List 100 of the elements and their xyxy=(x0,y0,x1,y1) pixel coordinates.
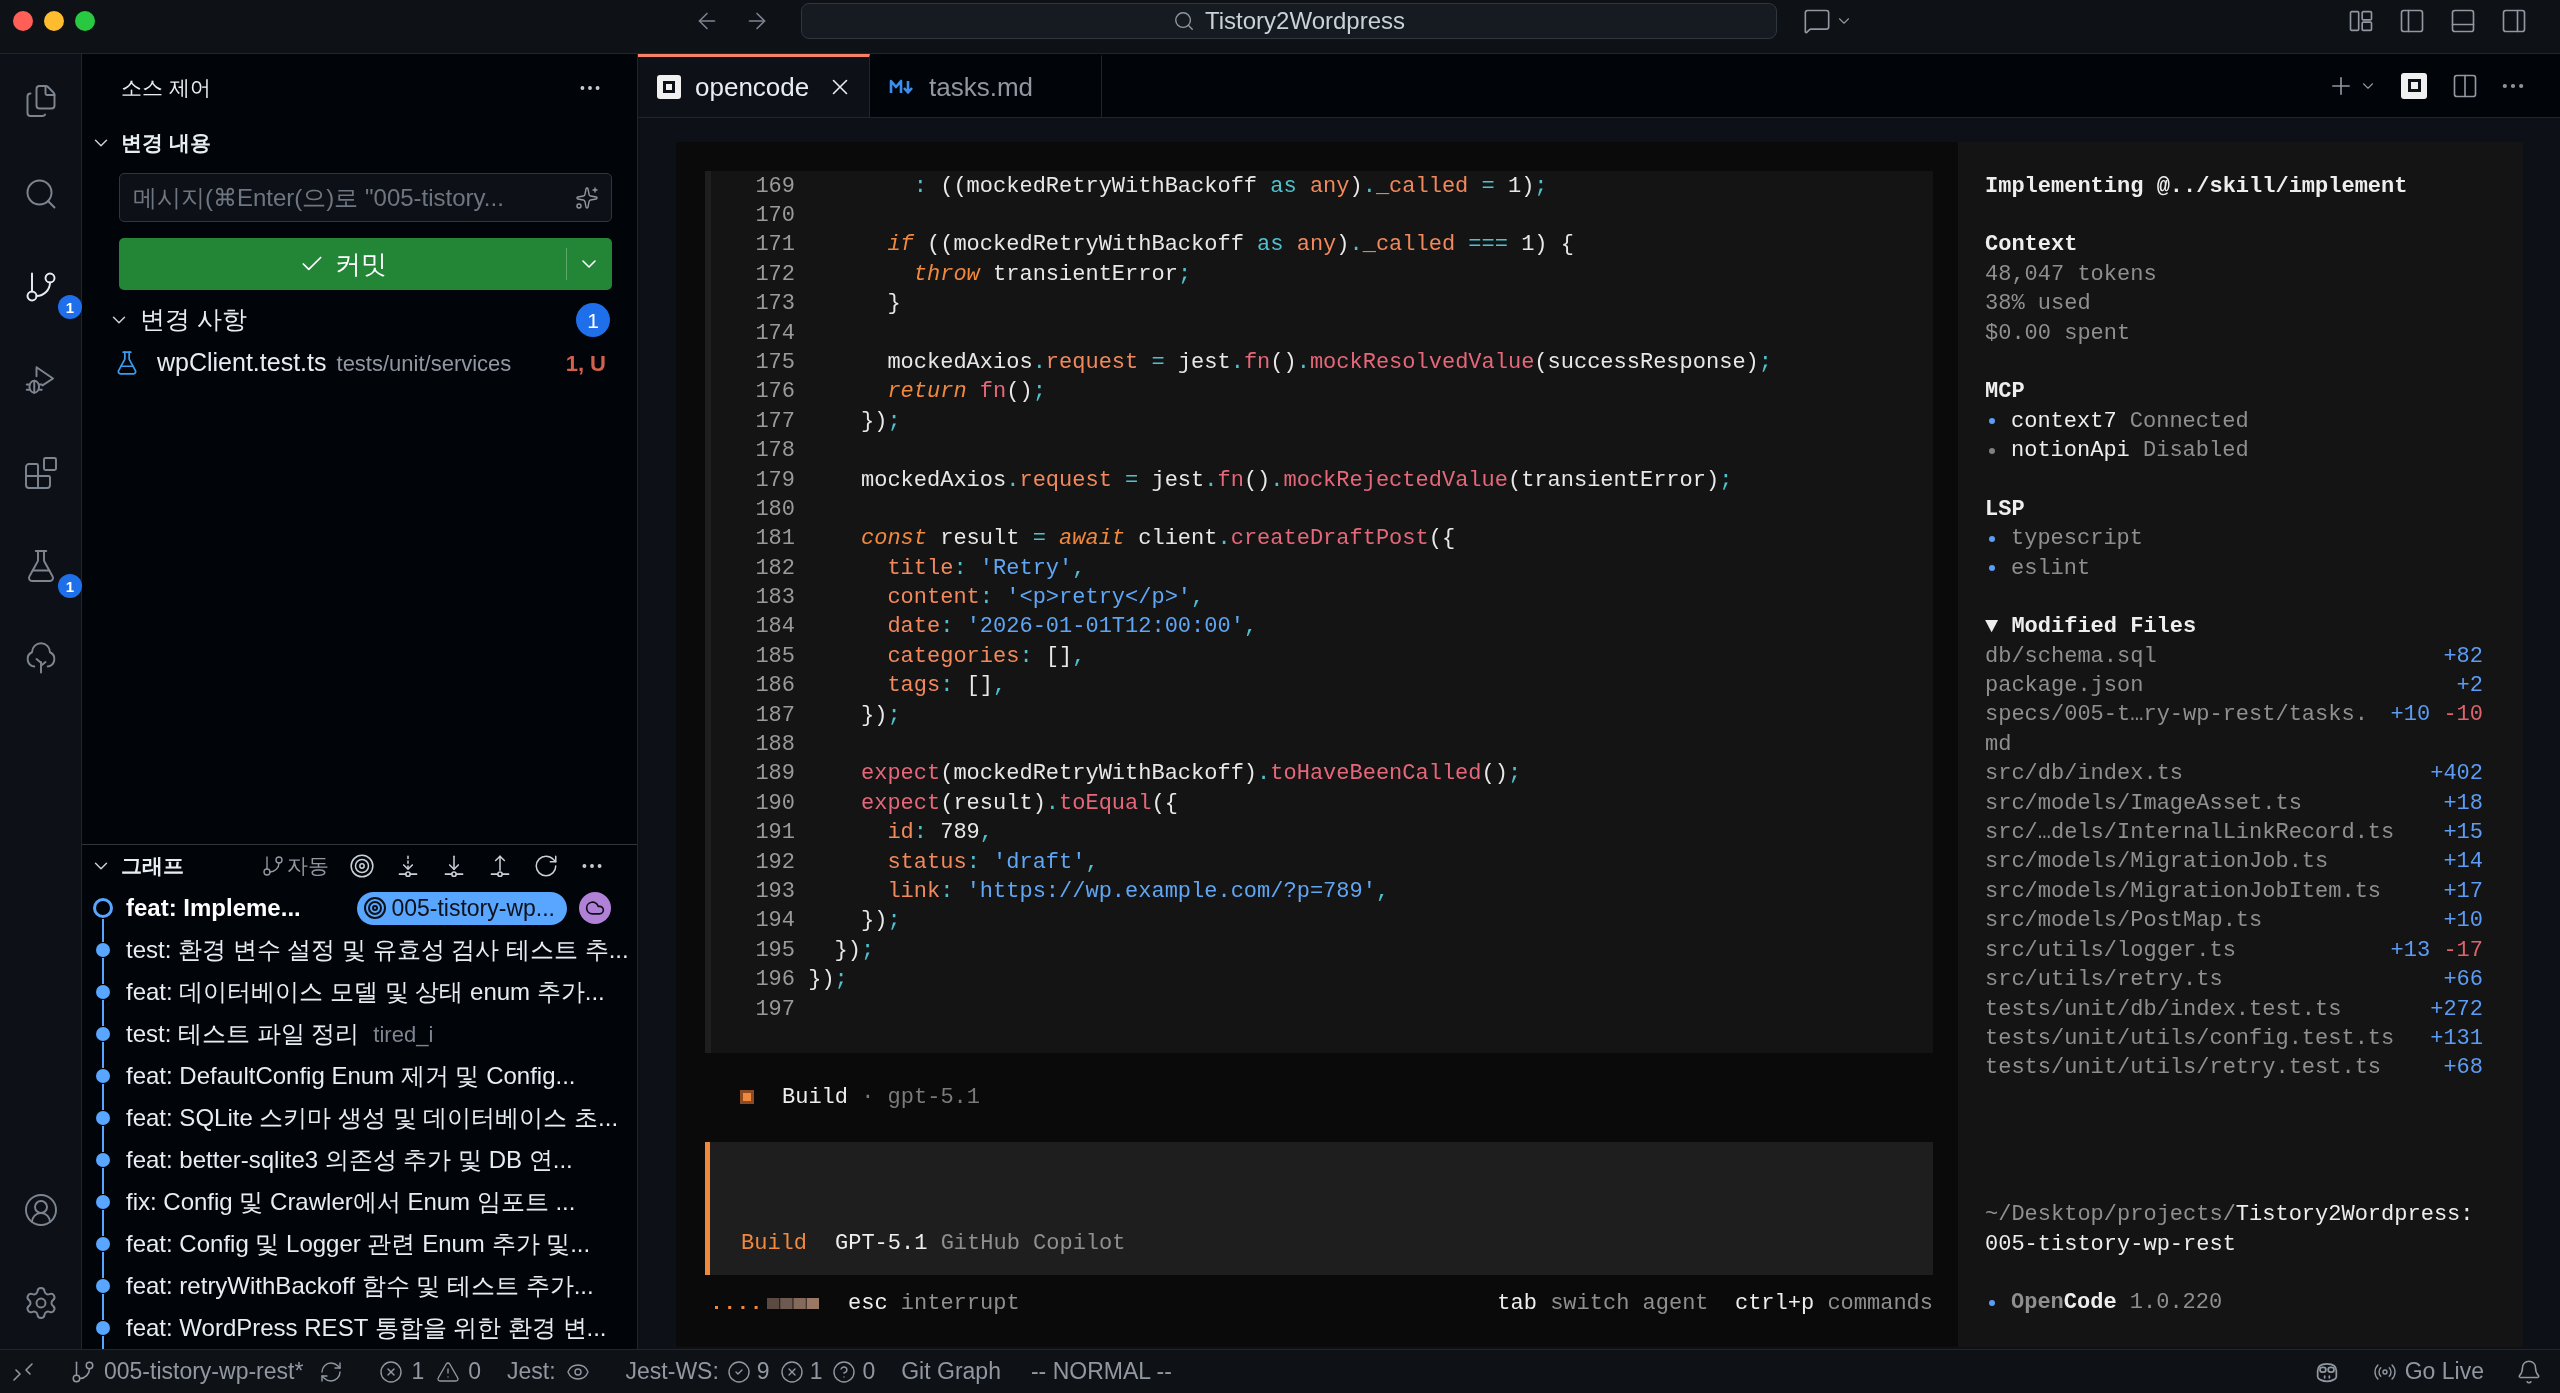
commit-message[interactable]: fix: Config 및 Crawler에서 Enum 임포트 ... xyxy=(126,1184,576,1220)
commit-message[interactable]: feat: Config 및 Logger 관련 Enum 추가 및... xyxy=(126,1226,591,1262)
shortcut-key: tab xyxy=(1497,1286,1537,1320)
line-number: 176 xyxy=(755,378,795,407)
branch-icon[interactable] xyxy=(70,1358,96,1385)
file-path[interactable]: src/db/index.ts xyxy=(1985,759,2417,789)
directory-path: ~/Desktop/projects/ xyxy=(1985,1201,2236,1230)
file-path[interactable]: tests/unit/utils/retry.test.ts xyxy=(1985,1053,2431,1083)
commit-message[interactable]: feat: retryWithBackoff 함수 및 테스트 추가... xyxy=(126,1268,594,1304)
warning-icon[interactable] xyxy=(436,1359,461,1384)
file-name[interactable]: wpClient.test.ts xyxy=(157,344,327,382)
deletions-count: -17 xyxy=(2443,936,2483,965)
square-icon xyxy=(740,1090,754,1105)
file-path[interactable]: db/schema.sql xyxy=(1985,641,2431,672)
file-path[interactable]: src/…dels/InternalLinkRecord.ts xyxy=(1985,818,2431,848)
shortcut-key: ctrl+p xyxy=(1734,1286,1815,1320)
error-count[interactable]: 1 xyxy=(411,1354,425,1389)
code-line: }); xyxy=(861,907,901,936)
vim-mode: -- NORMAL -- xyxy=(1030,1357,1172,1387)
refresh-icon[interactable] xyxy=(533,853,559,879)
extensions-icon[interactable] xyxy=(23,454,59,491)
commit-message[interactable]: feat: WordPress REST 통합을 위한 환경 변... xyxy=(126,1310,607,1346)
check-circle-icon[interactable] xyxy=(726,1359,751,1384)
question-circle-icon[interactable] xyxy=(832,1359,857,1384)
file-path[interactable]: tests/unit/utils/config.test.ts xyxy=(1985,1023,2417,1054)
code-line: expect(result).toEqual({ xyxy=(861,789,1178,818)
unknown-count[interactable]: 0 xyxy=(862,1354,876,1389)
file-path[interactable]: src/models/ImageAsset.ts xyxy=(1985,788,2431,819)
section-title[interactable]: 변경 내용 xyxy=(121,127,211,159)
agent-name: Build xyxy=(782,1084,848,1112)
section-heading: Modified Files xyxy=(2011,613,2197,642)
additions-count: +66 xyxy=(2443,966,2483,995)
collapse-toggle[interactable]: ▼ xyxy=(1985,610,1999,644)
code-line: title: 'Retry', xyxy=(887,554,1086,583)
project-name: Tistory2Wordpress: xyxy=(2235,1201,2474,1230)
terminal-icon[interactable] xyxy=(2401,72,2427,99)
shortcut-action: switch agent xyxy=(1550,1289,1709,1318)
additions-count: +17 xyxy=(2443,877,2483,906)
code-line: throw transientError; xyxy=(913,260,1192,289)
minimize-button[interactable] xyxy=(44,10,64,31)
section-title[interactable]: 그래프 xyxy=(121,850,184,882)
editor-tab[interactable]: opencode xyxy=(638,54,870,117)
go-live-button[interactable]: Go Live xyxy=(2404,1354,2484,1389)
additions-count: +68 xyxy=(2443,1054,2483,1083)
error-icon[interactable] xyxy=(379,1359,404,1384)
commit-message[interactable]: feat: Impleme... xyxy=(126,890,301,926)
branch-name[interactable]: 005-tistory-wp-rest* xyxy=(104,1354,304,1389)
file-status: 1, U xyxy=(565,349,606,378)
file-path[interactable]: src/models/MigrationJobItem.ts xyxy=(1985,876,2431,907)
jest-status[interactable]: Jest: xyxy=(507,1354,556,1389)
line-number: 187 xyxy=(755,701,795,730)
auto-branch-button[interactable]: 자동 xyxy=(261,850,329,882)
commit-message[interactable]: test: 테스트 파일 정리 xyxy=(126,1016,360,1052)
command-center-search[interactable]: Tistory2Wordpress xyxy=(801,2,1777,39)
notification-badge: 1 xyxy=(58,574,82,598)
server-name: eslint xyxy=(2011,554,2091,583)
file-path[interactable]: tests/unit/db/index.test.ts xyxy=(1985,994,2417,1024)
window-title: Tistory2Wordpress xyxy=(1204,8,1406,33)
file-path[interactable]: src/models/PostMap.ts xyxy=(1985,906,2431,936)
commit-message[interactable]: feat: 데이터베이스 모델 및 상태 enum 추가... xyxy=(126,974,605,1010)
x-circle-icon[interactable] xyxy=(779,1359,804,1384)
sync-icon[interactable] xyxy=(319,1359,344,1384)
commit-message[interactable]: feat: DefaultConfig Enum 제거 및 Config... xyxy=(126,1058,576,1094)
passed-count[interactable]: 9 xyxy=(756,1354,770,1389)
jest-ws-status[interactable]: Jest-WS: xyxy=(625,1354,719,1389)
file-path[interactable]: src/utils/logger.ts xyxy=(1985,935,2378,966)
commit-message[interactable]: feat: better-sqlite3 의존성 추가 및 DB 연... xyxy=(126,1142,573,1178)
code-line: }); xyxy=(834,936,875,965)
target-icon[interactable] xyxy=(349,853,375,879)
additions-count: +131 xyxy=(2430,1024,2483,1053)
context-stat: $0.00 spent xyxy=(1985,319,2131,348)
line-number: 185 xyxy=(755,642,795,671)
line-number: 186 xyxy=(755,672,795,701)
maximize-button[interactable] xyxy=(75,10,95,31)
close-button[interactable] xyxy=(13,10,33,31)
shortcut-action: commands xyxy=(1827,1289,1933,1318)
section-title[interactable]: 변경 사항 xyxy=(140,301,247,339)
separator: · xyxy=(861,1084,875,1112)
additions-count: +82 xyxy=(2443,642,2483,671)
warning-count[interactable]: 0 xyxy=(468,1354,481,1389)
commit-message[interactable]: feat: SQLite 스키마 생성 및 데이터베이스 초... xyxy=(126,1100,619,1136)
commit-message[interactable]: test: 환경 변수 설정 및 유효성 검사 테스트 추... xyxy=(126,932,629,968)
file-path[interactable]: package.json xyxy=(1985,671,2444,701)
additions-count: +10 xyxy=(2443,907,2483,936)
bell-icon[interactable] xyxy=(2516,1358,2542,1385)
commit-button[interactable]: 커밋 xyxy=(119,238,566,290)
line-number: 190 xyxy=(755,789,795,818)
branch-icon xyxy=(261,854,285,878)
sparkle-icon[interactable] xyxy=(575,185,599,210)
file-path[interactable]: src/models/MigrationJob.ts xyxy=(1985,847,2431,877)
failed-count[interactable]: 1 xyxy=(809,1354,823,1389)
prompt-input[interactable]: Build GPT-5.1 GitHub Copilot xyxy=(705,1141,1933,1275)
git-graph-status[interactable]: Git Graph xyxy=(901,1354,1001,1389)
line-number: 193 xyxy=(755,877,795,906)
shortcut-key: esc xyxy=(848,1286,888,1320)
session-title: Implementing @../skill/implement xyxy=(1985,172,2408,201)
commit-message-field[interactable]: 메시지(⌘Enter(으)로 "005-tistory... xyxy=(119,173,612,222)
section-heading: Context xyxy=(1985,231,2078,260)
account-icon[interactable] xyxy=(23,1191,59,1228)
file-path[interactable]: src/utils/retry.ts xyxy=(1985,965,2431,995)
